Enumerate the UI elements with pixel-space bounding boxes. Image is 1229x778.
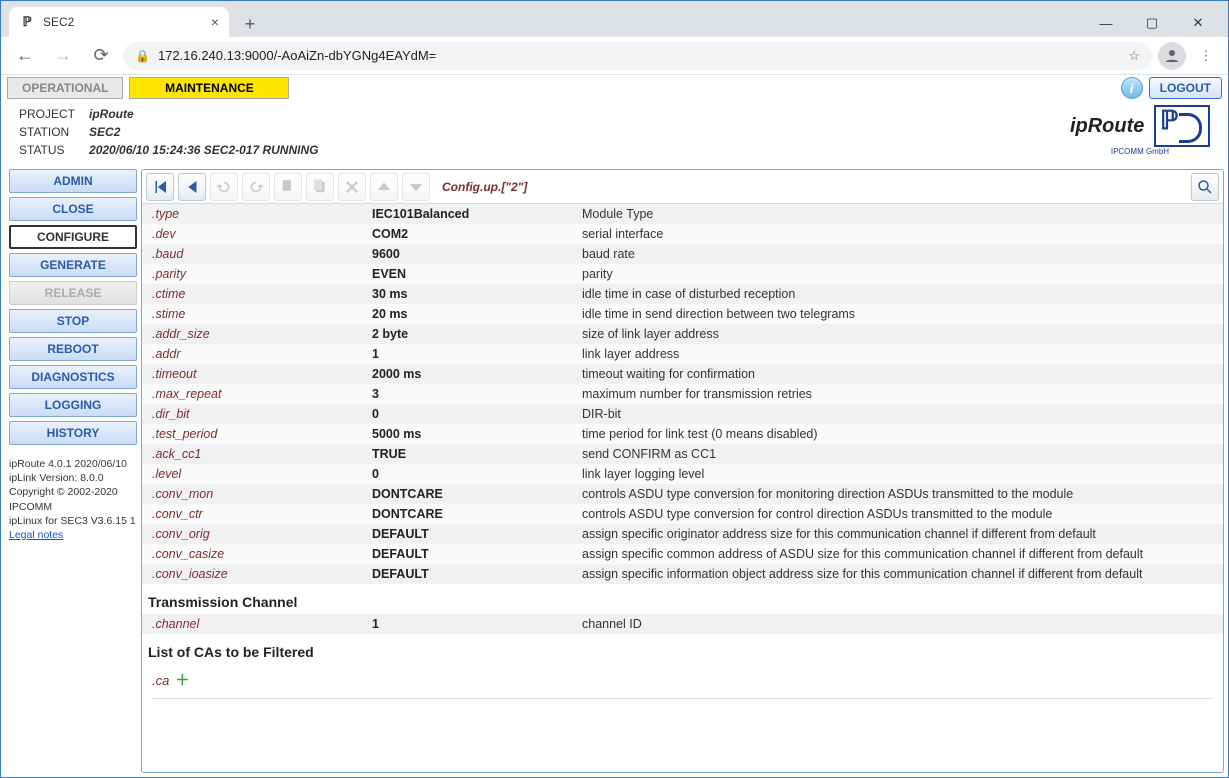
ca-key-label: .ca <box>152 673 169 688</box>
browser-toolbar: ← → ⟳ 🔒 172.16.240.13:9000/-AoAiZn-dbYGN… <box>1 37 1228 75</box>
table-row[interactable]: .conv_ioasizeDEFAULTassign specific info… <box>142 564 1223 584</box>
sidebar-footer: ipRoute 4.0.1 2020/06/10 ipLink Version:… <box>9 457 137 542</box>
breadcrumb: Config.up.["2"] <box>442 180 527 194</box>
table-row[interactable]: .stime20 msidle time in send direction b… <box>142 304 1223 324</box>
info-icon[interactable]: i <box>1121 77 1143 99</box>
section-transmission-header: Transmission Channel <box>142 584 1223 614</box>
divider <box>152 698 1213 699</box>
table-row[interactable]: .level0link layer logging level <box>142 464 1223 484</box>
browser-tab[interactable]: ℙ SEC2 × <box>9 7 229 37</box>
window-maximize[interactable]: ▢ <box>1130 9 1174 37</box>
sidebar-item-generate[interactable]: GENERATE <box>9 253 137 277</box>
sidebar-item-stop[interactable]: STOP <box>9 309 137 333</box>
sidebar: ADMIN CLOSE CONFIGURE GENERATE RELEASE STOP RE… <box>9 169 137 773</box>
table-row[interactable]: .typeIEC101BalancedModule Type <box>142 204 1223 224</box>
tab-favicon: ℙ <box>19 14 35 30</box>
table-row[interactable]: .parityEVENparity <box>142 264 1223 284</box>
window-close[interactable]: ✕ <box>1176 9 1220 37</box>
sidebar-item-logging[interactable]: LOGGING <box>9 393 137 417</box>
table-row[interactable]: .conv_casizeDEFAULTassign specific commo… <box>142 544 1223 564</box>
table-row[interactable]: .test_period5000 mstime period for link … <box>142 424 1223 444</box>
profile-avatar[interactable] <box>1158 42 1186 70</box>
table-row[interactable]: .max_repeat3maximum number for transmiss… <box>142 384 1223 404</box>
move-up-button[interactable] <box>370 173 398 201</box>
close-icon[interactable]: × <box>211 14 219 30</box>
sidebar-item-reboot[interactable]: REBOOT <box>9 337 137 361</box>
sidebar-item-admin[interactable]: ADMIN <box>9 169 137 193</box>
nav-back-button[interactable]: ← <box>9 40 41 72</box>
star-icon[interactable]: ☆ <box>1128 48 1140 64</box>
project-info: PROJECTipRoute STATIONSEC2 STATUS2020/06… <box>11 105 326 161</box>
config-panel: Config.up.["2"] .typeIEC101BalancedModul… <box>141 169 1224 773</box>
table-row[interactable]: .baud9600baud rate <box>142 244 1223 264</box>
brand-logo-icon <box>1154 105 1210 147</box>
omnibox-text: 172.16.240.13:9000/-AoAiZn-dbYGNg4EAYdM= <box>158 48 1120 63</box>
config-table: .typeIEC101BalancedModule Type.devCOM2se… <box>142 204 1223 584</box>
browser-tabstrip: ℙ SEC2 × + — ▢ ✕ <box>1 1 1228 37</box>
legal-notes-link[interactable]: Legal notes <box>9 529 63 541</box>
table-row[interactable]: .timeout2000 mstimeout waiting for confi… <box>142 364 1223 384</box>
nav-forward-button[interactable]: → <box>47 40 79 72</box>
brand-title: ipRoute <box>1070 115 1144 138</box>
table-row[interactable]: .ack_cc1TRUEsend CONFIRM as CC1 <box>142 444 1223 464</box>
first-button[interactable] <box>146 173 174 201</box>
search-button[interactable] <box>1191 173 1219 201</box>
mode-maintenance-tab[interactable]: MAINTENANCE <box>129 77 289 99</box>
sidebar-item-history[interactable]: HISTORY <box>9 421 137 445</box>
brand-subtitle: IPCOMM GmbH <box>1070 147 1210 156</box>
undo-button[interactable] <box>210 173 238 201</box>
config-toolbar: Config.up.["2"] <box>142 170 1223 204</box>
paste-button[interactable] <box>306 173 334 201</box>
table-row[interactable]: .conv_origDEFAULTassign specific origina… <box>142 524 1223 544</box>
table-row[interactable]: .dir_bit0DIR-bit <box>142 404 1223 424</box>
tab-title: SEC2 <box>43 15 203 29</box>
table-row[interactable]: .conv_monDONTCAREcontrols ASDU type conv… <box>142 484 1223 504</box>
plus-icon[interactable]: ＋ <box>175 670 189 690</box>
sidebar-item-configure[interactable]: CONFIGURE <box>9 225 137 249</box>
table-row[interactable]: .addr1link layer address <box>142 344 1223 364</box>
ca-add-row[interactable]: .ca ＋ <box>142 664 1223 696</box>
mode-operational-tab[interactable]: OPERATIONAL <box>7 77 123 99</box>
sidebar-item-close[interactable]: CLOSE <box>9 197 137 221</box>
lock-icon: 🔒 <box>135 49 150 63</box>
back-button[interactable] <box>178 173 206 201</box>
redo-button[interactable] <box>242 173 270 201</box>
browser-menu-button[interactable]: ⋮ <box>1192 48 1220 64</box>
new-tab-button[interactable]: + <box>237 11 263 37</box>
table-row[interactable]: .channel 1 channel ID <box>142 614 1223 634</box>
copy-button[interactable] <box>274 173 302 201</box>
table-row[interactable]: .ctime30 msidle time in case of disturbe… <box>142 284 1223 304</box>
omnibox[interactable]: 🔒 172.16.240.13:9000/-AoAiZn-dbYGNg4EAYd… <box>123 42 1152 70</box>
table-row[interactable]: .devCOM2serial interface <box>142 224 1223 244</box>
sidebar-item-release: RELEASE <box>9 281 137 305</box>
section-ca-header: List of CAs to be Filtered <box>142 634 1223 664</box>
sidebar-item-diagnostics[interactable]: DIAGNOSTICS <box>9 365 137 389</box>
nav-reload-button[interactable]: ⟳ <box>85 40 117 72</box>
table-row[interactable]: .conv_ctrDONTCAREcontrols ASDU type conv… <box>142 504 1223 524</box>
window-minimize[interactable]: — <box>1084 9 1128 37</box>
transmission-table: .channel 1 channel ID <box>142 614 1223 634</box>
brand-block: ipRoute IPCOMM GmbH <box>1070 105 1218 156</box>
logout-button[interactable]: LOGOUT <box>1149 77 1222 99</box>
table-row[interactable]: .addr_size2 bytesize of link layer addre… <box>142 324 1223 344</box>
move-down-button[interactable] <box>402 173 430 201</box>
delete-button[interactable] <box>338 173 366 201</box>
